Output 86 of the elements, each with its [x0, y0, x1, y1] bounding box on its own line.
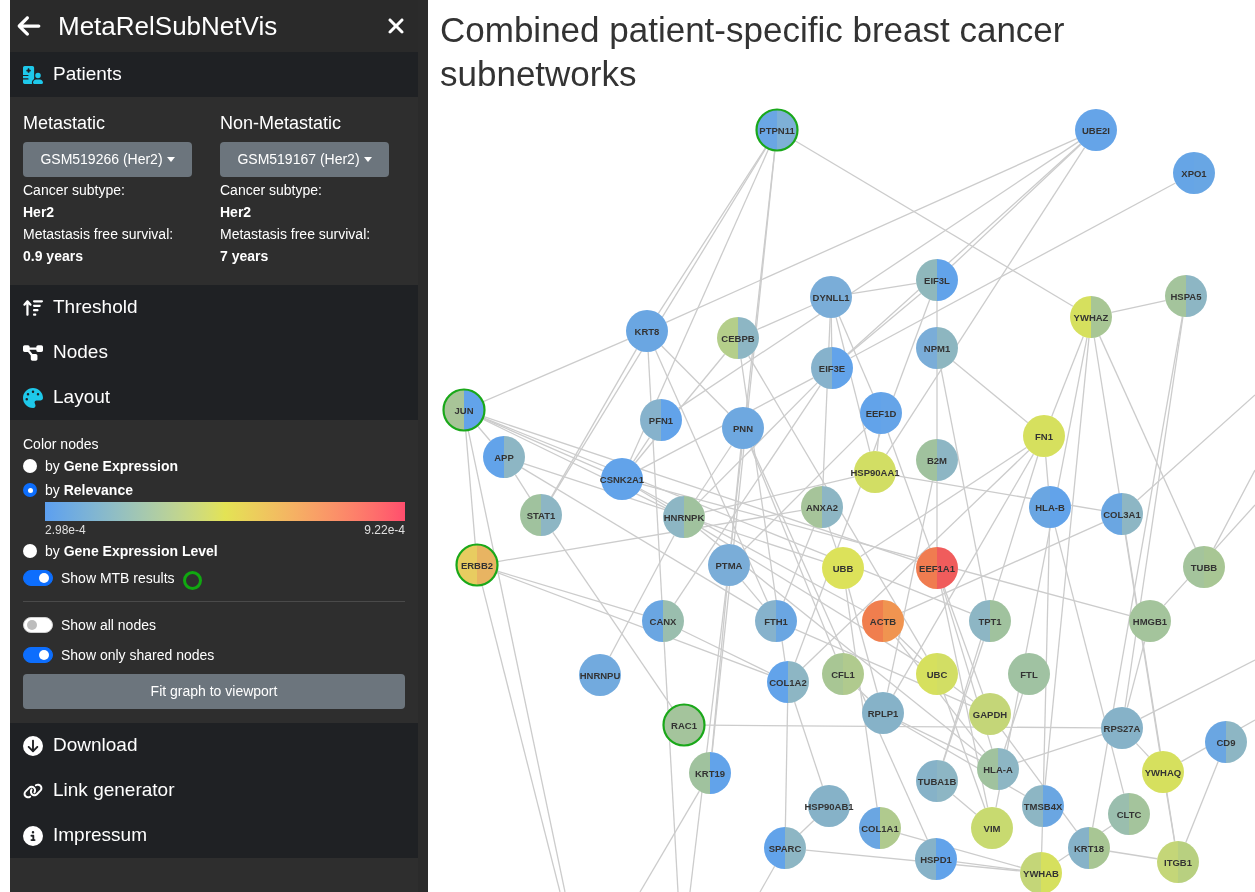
section-header[interactable]: Impressum — [10, 813, 418, 858]
node-label: PFN1 — [648, 414, 674, 426]
node-label: GAPDH — [972, 708, 1008, 720]
node-label: EEF1D — [865, 407, 897, 419]
sample-dropdown[interactable]: GSM519167 (Her2) — [220, 142, 389, 177]
field-label: Cancer subtype: — [220, 181, 323, 200]
node-label: HLA-B — [1035, 501, 1065, 513]
section-header[interactable]: Layout — [10, 375, 418, 420]
node-label: STAT1 — [526, 509, 556, 521]
node-label: NPM1 — [923, 342, 951, 354]
field-label: Cancer subtype: — [23, 181, 126, 200]
node-label: HMGB1 — [1132, 615, 1168, 627]
node-label: HLA-A — [983, 763, 1013, 775]
radio-label: by Relevance — [45, 480, 133, 500]
node-label: PNN — [732, 422, 754, 434]
field-label: Metastasis free survival: — [23, 225, 175, 244]
section-header[interactable]: Threshold — [10, 285, 418, 330]
node-label: TUBA1B — [917, 775, 957, 787]
node-label: COL1A1 — [861, 822, 899, 834]
node-label: EIF3L — [924, 274, 950, 286]
node-label: B2M — [926, 454, 948, 466]
field-value: 7 years — [220, 247, 270, 266]
node-label: HSPD1 — [920, 853, 952, 865]
field-value: Her2 — [23, 203, 56, 222]
node-label: DYNLL1 — [812, 291, 850, 303]
sample-dropdown[interactable]: GSM519266 (Her2) — [23, 142, 192, 177]
field-value: 0.9 years — [23, 247, 84, 266]
node-label: PTMA — [715, 559, 743, 571]
node-label: TUBB — [1190, 561, 1218, 573]
node-label: KRT8 — [634, 325, 660, 337]
app-title: MetaRelSubNetVis — [58, 9, 279, 43]
node-label: RPLP1 — [867, 707, 899, 719]
fit-viewport-button[interactable]: Fit graph to viewport — [23, 674, 405, 709]
node-label: TPT1 — [978, 615, 1002, 627]
section-header[interactable]: Patients — [10, 52, 418, 97]
node-label: UBB — [832, 562, 854, 574]
node-label: CD9 — [1216, 736, 1236, 748]
node-label: ERBB2 — [460, 559, 494, 571]
node-label: CLTC — [1116, 808, 1142, 820]
node-label: KRT18 — [1073, 842, 1105, 854]
node-label: CANX — [649, 615, 677, 627]
node-label: XPO1 — [1181, 167, 1207, 179]
node-label: TMSB4X — [1023, 800, 1063, 812]
node-label: UBE2I — [1082, 124, 1110, 136]
patient-group-heading: Metastatic — [23, 112, 107, 135]
section-header[interactable]: Nodes — [10, 330, 418, 375]
node-label: YWHAQ — [1144, 766, 1182, 778]
node-label: EEF1A1 — [919, 562, 955, 574]
toggle-label: Show MTB results — [61, 568, 175, 588]
node-label: HSPA5 — [1170, 290, 1202, 302]
page-title: Combined patient-specific breast cancer subnetworks — [439, 9, 1066, 95]
node-label: KRT19 — [694, 767, 726, 779]
toggle-label: Show only shared nodes — [61, 645, 215, 665]
node-label: EIF3E — [818, 362, 846, 374]
node-label: YWHAB — [1023, 867, 1059, 879]
scale-max-label: 9.22e-4 — [364, 522, 405, 539]
node-label: ACTB — [869, 615, 897, 627]
node-label: CEBPB — [721, 332, 755, 344]
node-label: COL1A2 — [769, 676, 807, 688]
node-label: COL3A1 — [1103, 508, 1141, 520]
node-label: SPARC — [768, 842, 802, 854]
node-label: RAC1 — [671, 719, 697, 731]
section-header[interactable]: Download — [10, 723, 418, 768]
node-label: ANXA2 — [805, 501, 839, 513]
section-label: Color nodes — [23, 435, 100, 454]
node-label: APP — [494, 451, 514, 463]
node-label: HNRNPU — [579, 669, 621, 681]
field-label: Metastasis free survival: — [220, 225, 372, 244]
radio-label: by Gene Expression — [45, 456, 179, 476]
node-label: PTPN11 — [759, 124, 795, 136]
section-header[interactable]: Link generator — [10, 768, 418, 813]
toggle-label: Show all nodes — [61, 615, 156, 635]
radio-label: by Gene Expression Level — [45, 541, 218, 561]
node-label: FTH1 — [764, 615, 788, 627]
node-label: YWHAZ — [1073, 311, 1109, 323]
field-value: Her2 — [220, 203, 253, 222]
node-label: FTL — [1020, 668, 1038, 680]
scale-min-label: 2.98e-4 — [45, 522, 86, 539]
node-label: FN1 — [1035, 430, 1053, 442]
node-label: ITGB1 — [1164, 856, 1192, 868]
node-label: HNRNPK — [663, 511, 705, 523]
node-label: VIM — [983, 822, 1001, 834]
node-label: CFL1 — [831, 668, 855, 680]
node-label: RPS27A — [1103, 722, 1141, 734]
patient-group-heading: Non-Metastatic — [220, 112, 343, 135]
node-label: UBC — [926, 668, 948, 680]
